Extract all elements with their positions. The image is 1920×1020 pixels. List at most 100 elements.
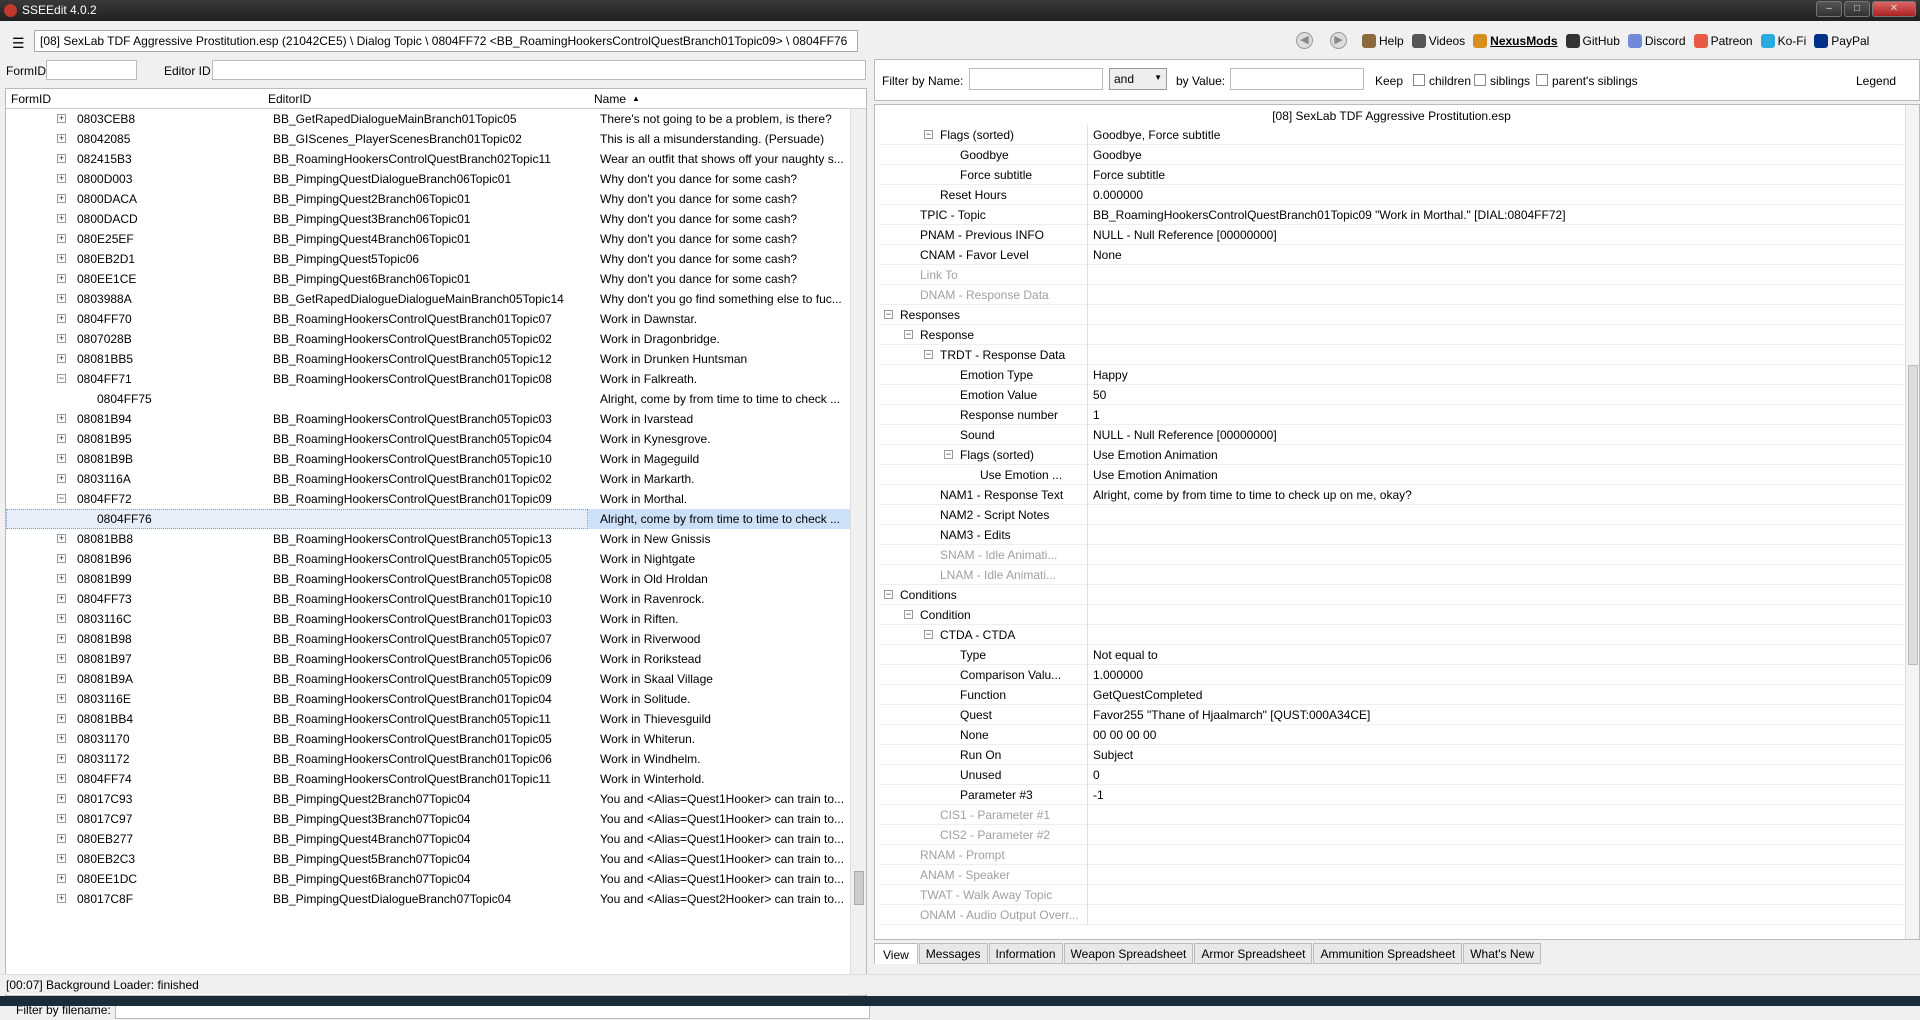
tree-row[interactable]: +0800D003 BB_PimpingQuestDialogueBranch06…	[6, 169, 851, 189]
tree-row[interactable]: +080E25EF BB_PimpingQuest4Branch06Topic01…	[6, 229, 851, 249]
expand-icon[interactable]: +	[57, 854, 66, 863]
expand-icon[interactable]: +	[57, 594, 66, 603]
path-field[interactable]: [08] SexLab TDF Aggressive Prostitution.…	[34, 30, 858, 52]
record-row[interactable]: Response number 1	[880, 405, 1903, 425]
record-row[interactable]: Run On Subject	[880, 745, 1903, 765]
expand-icon[interactable]: +	[57, 434, 66, 443]
expand-icon[interactable]: +	[57, 734, 66, 743]
toolbar-link-nexusmods[interactable]: NexusMods	[1473, 34, 1558, 48]
expand-icon[interactable]: +	[57, 474, 66, 483]
collapse-icon[interactable]: −	[924, 350, 933, 359]
expand-icon[interactable]: +	[57, 294, 66, 303]
record-row[interactable]: Sound NULL - Null Reference [00000000]	[880, 425, 1903, 445]
record-row[interactable]: PNAM - Previous INFO NULL - Null Referenc…	[880, 225, 1903, 245]
filter-name-input[interactable]	[969, 68, 1103, 90]
maximize-button[interactable]: □	[1844, 1, 1870, 17]
expand-icon[interactable]: +	[57, 194, 66, 203]
expand-icon[interactable]: +	[57, 614, 66, 623]
record-row[interactable]: − Flags (sorted) Use Emotion Animation	[880, 445, 1903, 465]
collapse-icon[interactable]: −	[904, 610, 913, 619]
scroll-thumb[interactable]	[1908, 365, 1918, 665]
tree-row[interactable]: +08081B98 BB_RoamingHookersControlQuestBr…	[6, 629, 851, 649]
record-row[interactable]: NAM2 - Script Notes	[880, 505, 1903, 525]
tab-ammunition-spreadsheet[interactable]: Ammunition Spreadsheet	[1313, 943, 1463, 964]
hamburger-menu-icon[interactable]: ☰	[12, 35, 25, 52]
record-row[interactable]: − Flags (sorted) Goodbye, Force subtitle	[880, 125, 1903, 145]
record-row[interactable]: Use Emotion ... Use Emotion Animation	[880, 465, 1903, 485]
tree-row[interactable]: +080EE1CE BB_PimpingQuest6Branch06Topic01…	[6, 269, 851, 289]
tree-row[interactable]: +08081BB8 BB_RoamingHookersControlQuestBr…	[6, 529, 851, 549]
tree-row[interactable]: +08042085 BB_GIScenes_PlayerScenesBranch0…	[6, 129, 851, 149]
collapse-icon[interactable]: −	[944, 450, 953, 459]
record-view[interactable]: [08] SexLab TDF Aggressive Prostitution.…	[874, 104, 1920, 940]
tree-row[interactable]: 0804FF75 Alright, come by from time to ti…	[6, 389, 851, 409]
expand-icon[interactable]: +	[57, 454, 66, 463]
tree-row[interactable]: +08081B9B BB_RoamingHookersControlQuestBr…	[6, 449, 851, 469]
and-or-select[interactable]: and ▼	[1109, 68, 1167, 90]
tree-row[interactable]: +08081B99 BB_RoamingHookersControlQuestBr…	[6, 569, 851, 589]
record-row[interactable]: Reset Hours 0.000000	[880, 185, 1903, 205]
tree-row[interactable]: +08017C93 BB_PimpingQuest2Branch07Topic04…	[6, 789, 851, 809]
collapse-icon[interactable]: −	[57, 494, 66, 503]
expand-icon[interactable]: +	[57, 554, 66, 563]
siblings-checkbox[interactable]	[1474, 74, 1486, 86]
minimize-button[interactable]: –	[1816, 1, 1842, 17]
record-row[interactable]: Function GetQuestCompleted	[880, 685, 1903, 705]
col-name[interactable]: Name	[594, 92, 626, 106]
tree-row[interactable]: +0804FF70 BB_RoamingHookersControlQuestBr…	[6, 309, 851, 329]
expand-icon[interactable]: +	[57, 534, 66, 543]
tree-row[interactable]: +0800DACD BB_PimpingQuest3Branch06Topic01…	[6, 209, 851, 229]
formid-input[interactable]	[46, 60, 137, 80]
close-button[interactable]: ✕	[1872, 1, 1916, 17]
tree-row[interactable]: +08031170 BB_RoamingHookersControlQuestBr…	[6, 729, 851, 749]
record-row[interactable]: Emotion Value 50	[880, 385, 1903, 405]
tree-row[interactable]: +08081B94 BB_RoamingHookersControlQuestBr…	[6, 409, 851, 429]
record-row[interactable]: TWAT - Walk Away Topic	[880, 885, 1903, 905]
expand-icon[interactable]: +	[57, 834, 66, 843]
record-row[interactable]: − Condition	[880, 605, 1903, 625]
record-row[interactable]: − TRDT - Response Data	[880, 345, 1903, 365]
tree-row[interactable]: +08081B9A BB_RoamingHookersControlQuestBr…	[6, 669, 851, 689]
expand-icon[interactable]: +	[57, 134, 66, 143]
expand-icon[interactable]: +	[57, 814, 66, 823]
record-row[interactable]: DNAM - Response Data	[880, 285, 1903, 305]
tree-row[interactable]: +0807028B BB_RoamingHookersControlQuestBr…	[6, 329, 851, 349]
record-row[interactable]: Comparison Valu... 1.000000	[880, 665, 1903, 685]
record-tree[interactable]: FormID EditorID Name ▲ +0803CEB8 BB_GetRa…	[5, 88, 867, 996]
back-arrow-icon[interactable]: ◀	[1296, 32, 1313, 49]
tab-messages[interactable]: Messages	[918, 943, 988, 964]
collapse-icon[interactable]: −	[924, 630, 933, 639]
expand-icon[interactable]: +	[57, 234, 66, 243]
parents-siblings-checkbox[interactable]	[1536, 74, 1548, 86]
tree-row[interactable]: +08081BB4 BB_RoamingHookersControlQuestBr…	[6, 709, 851, 729]
expand-icon[interactable]: +	[57, 334, 66, 343]
record-row[interactable]: Parameter #3 -1	[880, 785, 1903, 805]
tree-row[interactable]: +080EB277 BB_PimpingQuest4Branch07Topic04…	[6, 829, 851, 849]
record-row[interactable]: CIS1 - Parameter #1	[880, 805, 1903, 825]
tab-view[interactable]: View	[874, 943, 918, 964]
record-row[interactable]: Quest Favor255 "Thane of Hjaalmarch" [QUS…	[880, 705, 1903, 725]
tree-scrollbar[interactable]	[850, 109, 866, 995]
collapse-icon[interactable]: −	[924, 130, 933, 139]
record-row[interactable]: Type Not equal to	[880, 645, 1903, 665]
record-row[interactable]: − CTDA - CTDA	[880, 625, 1903, 645]
tree-row[interactable]: +0803CEB8 BB_GetRapedDialogueMainBranch01…	[6, 109, 851, 129]
tree-row[interactable]: +0803116E BB_RoamingHookersControlQuestBr…	[6, 689, 851, 709]
tree-row[interactable]: +080EB2C3 BB_PimpingQuest5Branch07Topic04…	[6, 849, 851, 869]
expand-icon[interactable]: +	[57, 114, 66, 123]
record-row[interactable]: LNAM - Idle Animati...	[880, 565, 1903, 585]
tree-row[interactable]: +0804FF73 BB_RoamingHookersControlQuestBr…	[6, 589, 851, 609]
tree-row[interactable]: − 0804FF72 BB_RoamingHookersControlQuestBr…	[6, 489, 851, 509]
view-scrollbar[interactable]	[1905, 105, 1919, 939]
toolbar-link-help[interactable]: Help	[1362, 34, 1404, 48]
record-row[interactable]: ONAM - Audio Output Overr...	[880, 905, 1903, 925]
tree-row[interactable]: +0803116A BB_RoamingHookersControlQuestBr…	[6, 469, 851, 489]
record-row[interactable]: Force subtitle Force subtitle	[880, 165, 1903, 185]
scroll-thumb[interactable]	[854, 871, 864, 905]
tree-row[interactable]: +08031172 BB_RoamingHookersControlQuestBr…	[6, 749, 851, 769]
tab-what-s-new[interactable]: What's New	[1463, 943, 1541, 964]
tree-row[interactable]: +08081B96 BB_RoamingHookersControlQuestBr…	[6, 549, 851, 569]
collapse-icon[interactable]: −	[884, 310, 893, 319]
record-row[interactable]: CIS2 - Parameter #2	[880, 825, 1903, 845]
col-formid[interactable]: FormID	[11, 92, 51, 106]
